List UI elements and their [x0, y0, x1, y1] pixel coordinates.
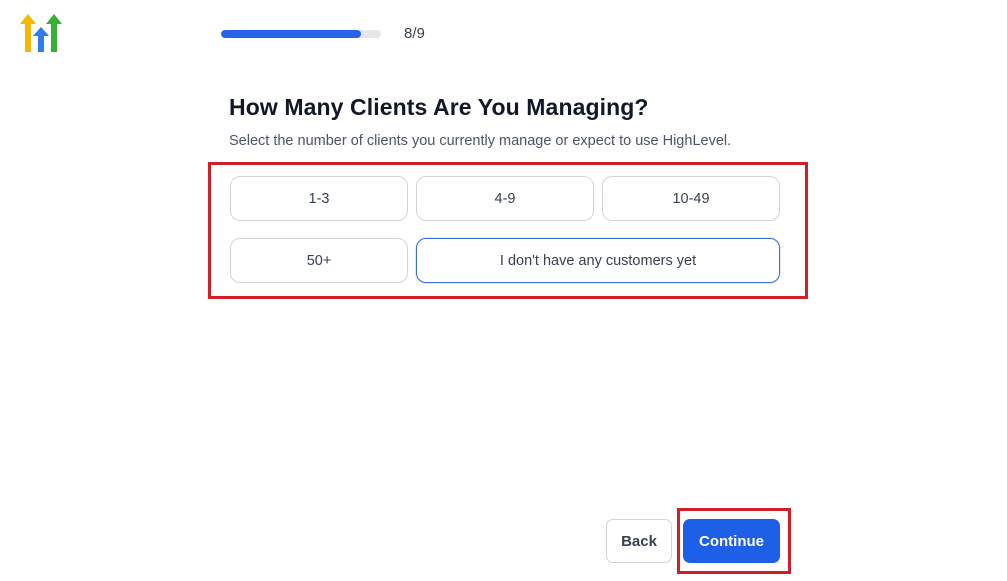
- highlevel-arrows-logo-icon: [20, 14, 64, 54]
- onboarding-step-page: 8/9 How Many Clients Are You Managing? S…: [0, 0, 1007, 581]
- option-no-customers-yet[interactable]: I don't have any customers yet: [416, 238, 780, 283]
- continue-button[interactable]: Continue: [683, 519, 780, 563]
- back-button[interactable]: Back: [606, 519, 672, 563]
- option-50-plus[interactable]: 50+: [230, 238, 408, 283]
- option-1-3[interactable]: 1-3: [230, 176, 408, 221]
- page-title: How Many Clients Are You Managing?: [229, 94, 649, 120]
- page-subtitle: Select the number of clients you current…: [229, 133, 732, 149]
- option-4-9[interactable]: 4-9: [416, 176, 594, 221]
- option-10-49[interactable]: 10-49: [602, 176, 780, 221]
- progress-step-label: 8/9: [404, 25, 425, 42]
- progress-bar-fill: [221, 30, 361, 38]
- progress-bar: [221, 30, 381, 38]
